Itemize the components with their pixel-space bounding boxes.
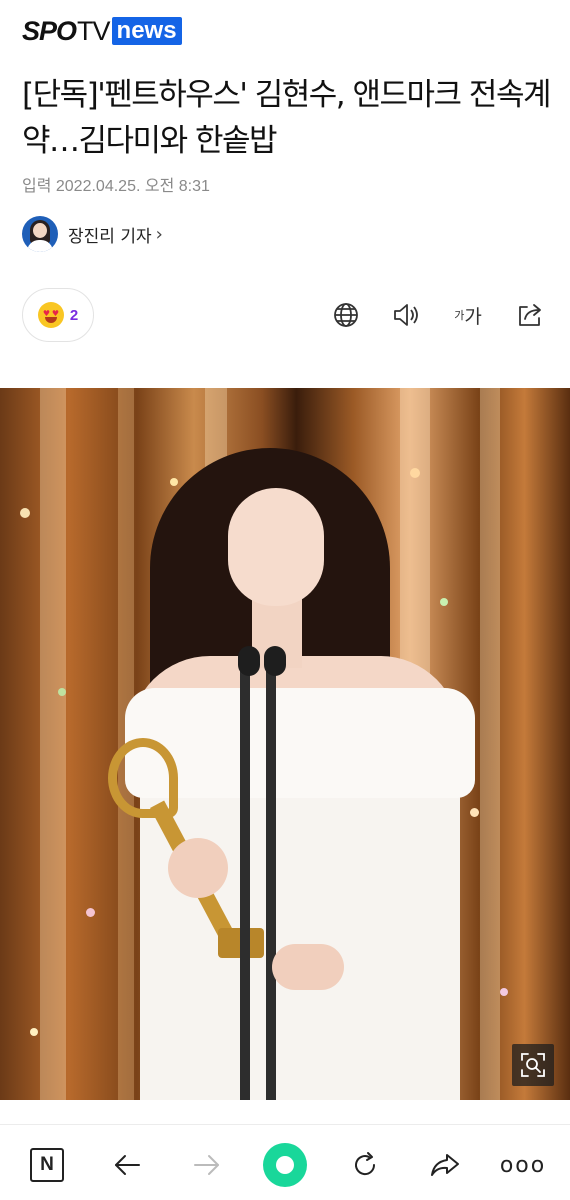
- chevron-right-icon: ›: [155, 223, 163, 245]
- logo-spo: SPO: [22, 15, 77, 46]
- refresh-icon[interactable]: [343, 1143, 387, 1187]
- speaker-icon[interactable]: [389, 298, 423, 332]
- font-small-glyph: 가: [454, 309, 465, 322]
- heart-eyes-emoji-icon: ♥ ♥: [37, 302, 64, 328]
- bottom-navigation-bar: N ooo: [0, 1124, 570, 1200]
- naver-home-icon[interactable]: N: [25, 1143, 69, 1187]
- reporter-avatar: [22, 216, 58, 252]
- green-dot-icon[interactable]: [263, 1143, 307, 1187]
- site-logo[interactable]: SPO TV news: [22, 14, 182, 48]
- logo-news-badge: news: [111, 17, 182, 45]
- home-label: N: [30, 1148, 64, 1182]
- reporter-name: 장진리 기자: [68, 226, 152, 247]
- article-photo[interactable]: [0, 388, 570, 1100]
- more-icon[interactable]: ooo: [499, 1143, 547, 1187]
- font-big-glyph: 가: [464, 305, 482, 328]
- zoom-icon[interactable]: [512, 1044, 554, 1086]
- font-size-icon[interactable]: 가 가: [449, 298, 487, 332]
- more-dots: ooo: [499, 1152, 547, 1178]
- logo-tv: TV: [77, 15, 111, 46]
- article-date: 입력 2022.04.25. 오전 8:31: [22, 178, 210, 195]
- share-icon[interactable]: [513, 298, 547, 332]
- reporter-link[interactable]: 장진리 기자 ›: [22, 216, 163, 252]
- reaction-button[interactable]: ♥ ♥ 2: [22, 288, 94, 342]
- globe-icon[interactable]: [329, 298, 363, 332]
- reaction-count: 2: [69, 306, 79, 324]
- share-arrow-icon[interactable]: [423, 1143, 467, 1187]
- forward-arrow-icon[interactable]: [185, 1143, 229, 1187]
- back-arrow-icon[interactable]: [105, 1143, 149, 1187]
- article-title: [단독]'펜트하우스' 김현수, 앤드마크 전속계약…김다미와 한솥밥: [22, 77, 552, 159]
